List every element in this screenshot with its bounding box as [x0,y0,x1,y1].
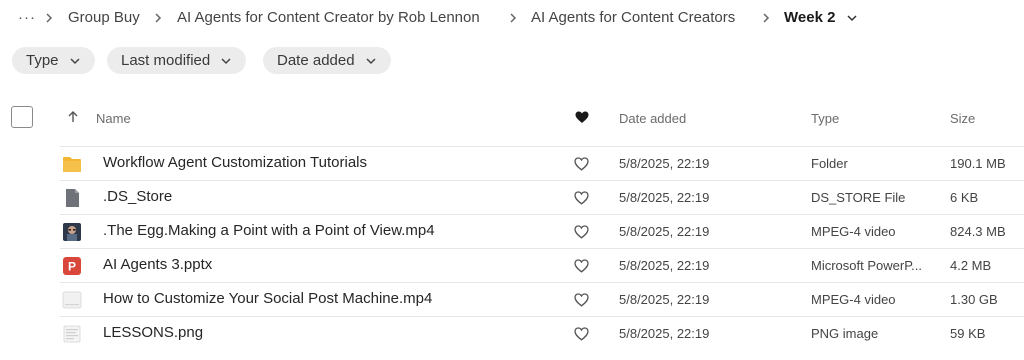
date-added: 5/8/2025, 22:19 [619,190,710,205]
date-added: 5/8/2025, 22:19 [619,326,710,341]
filter-date-added-label: Date added [277,52,355,69]
file-size: 190.1 MB [950,156,1006,171]
date-added: 5/8/2025, 22:19 [619,258,710,273]
table-row[interactable]: Workflow Agent Customization Tutorials 5… [60,146,1024,180]
table-row[interactable]: P AI Agents 3.pptx 5/8/2025, 22:19 Micro… [60,248,1024,282]
file-type: Folder [811,156,848,171]
favorite-heart-icon[interactable] [574,157,589,171]
file-size: 824.3 MB [950,224,1006,239]
file-type: PNG image [811,326,879,341]
chevron-down-icon [366,57,376,64]
breadcrumb-item-folder[interactable]: AI Agents for Content Creators [531,9,735,26]
table-row[interactable]: .DS_Store 5/8/2025, 22:19 DS_STORE File … [60,180,1024,214]
favorite-heart-icon[interactable] [574,225,589,239]
sort-arrow-up-icon[interactable] [66,110,80,124]
select-all-checkbox[interactable] [11,106,33,128]
generic-file-icon [62,188,82,208]
date-added: 5/8/2025, 22:19 [619,156,710,171]
file-name[interactable]: .DS_Store [103,188,172,205]
file-type: MPEG-4 video [811,224,896,239]
breadcrumb-more-button[interactable]: ··· [18,9,36,26]
chevron-right-icon [43,12,55,24]
file-name[interactable]: .The Egg.Making a Point with a Point of … [103,222,435,239]
chevron-right-icon [152,12,164,24]
chevron-right-icon [760,12,772,24]
file-name[interactable]: How to Customize Your Social Post Machin… [103,290,432,307]
file-type: MPEG-4 video [811,292,896,307]
file-name[interactable]: AI Agents 3.pptx [103,256,212,273]
file-size: 4.2 MB [950,258,992,273]
filter-last-modified[interactable]: Last modified [107,47,247,74]
table-row[interactable]: LESSONS.png 5/8/2025, 22:19 PNG image 59… [60,316,1024,350]
favorite-heart-icon[interactable] [574,191,589,205]
favorites-heart-icon[interactable] [575,111,589,124]
table-row[interactable]: .The Egg.Making a Point with a Point of … [60,214,1024,248]
column-header-type[interactable]: Type [811,111,839,126]
video-thumbnail-icon [62,222,82,242]
powerpoint-icon: P [62,256,82,276]
file-type: DS_STORE File [811,190,906,205]
chevron-down-icon [221,57,231,64]
favorite-heart-icon[interactable] [574,327,589,341]
svg-text:P: P [68,260,76,274]
favorite-heart-icon[interactable] [574,259,589,273]
breadcrumb-current[interactable]: Week 2 [784,9,835,26]
file-size: 6 KB [950,190,979,205]
image-file-icon [62,324,82,344]
file-size: 1.30 GB [950,292,998,307]
file-size: 59 KB [950,326,986,341]
breadcrumb-item-course[interactable]: AI Agents for Content Creator by Rob Len… [177,9,480,26]
date-added: 5/8/2025, 22:19 [619,224,710,239]
filter-date-added[interactable]: Date added [263,47,391,74]
file-type: Microsoft PowerP... [811,258,923,273]
table-row[interactable]: How to Customize Your Social Post Machin… [60,282,1024,316]
video-file-icon [62,290,82,310]
favorite-heart-icon[interactable] [574,293,589,307]
file-name[interactable]: Workflow Agent Customization Tutorials [103,154,367,171]
column-header-size[interactable]: Size [950,111,975,126]
breadcrumb: ··· Group Buy AI Agents for Content Crea… [0,0,1024,36]
chevron-down-icon[interactable] [846,12,858,24]
column-header-name[interactable]: Name [96,111,131,126]
filter-last-modified-label: Last modified [121,52,211,69]
column-header-date-added[interactable]: Date added [619,111,686,126]
filter-type[interactable]: Type [12,47,95,74]
file-name[interactable]: LESSONS.png [103,324,203,341]
filter-type-label: Type [26,52,59,69]
breadcrumb-item-group-buy[interactable]: Group Buy [68,9,140,26]
date-added: 5/8/2025, 22:19 [619,292,710,307]
folder-icon [62,154,82,174]
chevron-down-icon [70,57,80,64]
chevron-right-icon [507,12,519,24]
